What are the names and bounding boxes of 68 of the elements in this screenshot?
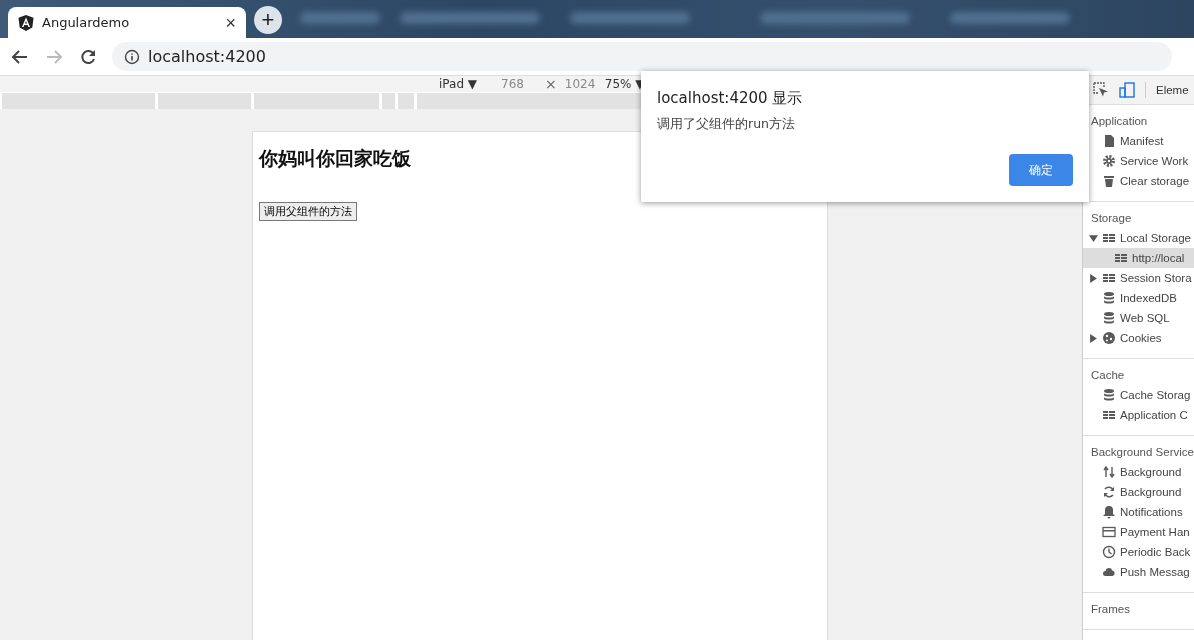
tree-item[interactable]: Payment Han (1083, 522, 1194, 542)
tree-item[interactable]: Notifications (1083, 502, 1194, 522)
arrows-icon (1102, 465, 1116, 479)
tree-item[interactable]: Background (1083, 482, 1194, 502)
database-icon (1102, 291, 1116, 305)
tree-item[interactable]: Background (1083, 462, 1194, 482)
sync-icon (1102, 485, 1116, 499)
device-dropdown[interactable]: iPad ▼ (439, 77, 478, 91)
tree-item[interactable]: Service Work (1083, 151, 1194, 171)
elements-tab[interactable]: Eleme (1156, 84, 1189, 96)
expanded-arrow-icon[interactable] (1089, 233, 1098, 243)
call-parent-button[interactable]: 调用父组件的方法 (259, 202, 357, 221)
tree-item[interactable]: Cookies (1083, 328, 1194, 348)
blurred-tab[interactable] (760, 12, 910, 24)
media-query-bar[interactable] (254, 93, 379, 109)
trash-icon (1102, 174, 1116, 188)
info-icon[interactable] (124, 48, 140, 65)
tree-item[interactable]: Manifest (1083, 131, 1194, 151)
new-tab-button[interactable]: + (254, 6, 282, 34)
dialog-title: localhost:4200 显示 (657, 89, 803, 108)
address-bar[interactable]: localhost:4200 (112, 42, 1172, 71)
tree-item[interactable]: Web SQL (1083, 308, 1194, 328)
grid-icon (1102, 231, 1116, 245)
device-toggle-icon[interactable] (1119, 82, 1135, 98)
shield-logo-icon (18, 14, 34, 31)
tree-item[interactable]: Cache Storag (1083, 385, 1194, 405)
tree-item[interactable]: Clear storage (1083, 171, 1194, 191)
media-query-bar[interactable] (398, 93, 414, 109)
blurred-tab[interactable] (400, 12, 540, 24)
database-icon (1102, 311, 1116, 325)
section-header: Application (1090, 114, 1149, 129)
section-header: Frames (1090, 602, 1131, 617)
clock-icon (1102, 545, 1116, 559)
dialog-message: 调用了父组件的run方法 (657, 116, 795, 133)
media-query-bar[interactable] (2, 93, 155, 109)
blurred-tab[interactable] (300, 12, 380, 24)
grid-icon (1102, 408, 1116, 422)
page-heading: 你妈叫你回家吃饭 (259, 146, 412, 171)
tree-item[interactable]: Local Storage (1083, 228, 1194, 248)
close-tab-button[interactable]: × (225, 13, 236, 32)
cookie-icon (1102, 331, 1116, 345)
grid-icon (1114, 251, 1128, 265)
media-query-bar[interactable] (158, 93, 251, 109)
section-header: Storage (1090, 211, 1133, 226)
collapsed-arrow-icon[interactable] (1089, 333, 1098, 343)
card-icon (1102, 525, 1116, 539)
tree-item[interactable]: Session Stora (1083, 268, 1194, 288)
grid-icon (1102, 271, 1116, 285)
blurred-tab[interactable] (950, 12, 1070, 24)
media-query-bar[interactable] (382, 93, 395, 109)
section-header: Background Service (1090, 445, 1194, 460)
section-header: Cache (1090, 368, 1126, 383)
tree-item[interactable]: http://local (1083, 248, 1194, 268)
ok-button[interactable]: 确定 (1009, 154, 1073, 186)
bell-icon (1102, 505, 1116, 519)
gear-icon (1102, 154, 1116, 168)
tree-item[interactable]: IndexedDB (1083, 288, 1194, 308)
tree-item[interactable]: Push Messag (1083, 562, 1194, 582)
blurred-tab[interactable] (570, 12, 690, 24)
times-sign: × (545, 76, 557, 92)
database-icon (1102, 388, 1116, 402)
collapsed-arrow-icon[interactable] (1089, 273, 1098, 283)
cloud-icon (1102, 565, 1116, 579)
tree-item[interactable]: Application C (1083, 405, 1194, 425)
browser-tab[interactable]: Angulardemo × (8, 7, 246, 38)
tree-item[interactable]: Periodic Back (1083, 542, 1194, 562)
inspect-icon[interactable] (1093, 82, 1109, 98)
file-icon (1102, 134, 1116, 148)
